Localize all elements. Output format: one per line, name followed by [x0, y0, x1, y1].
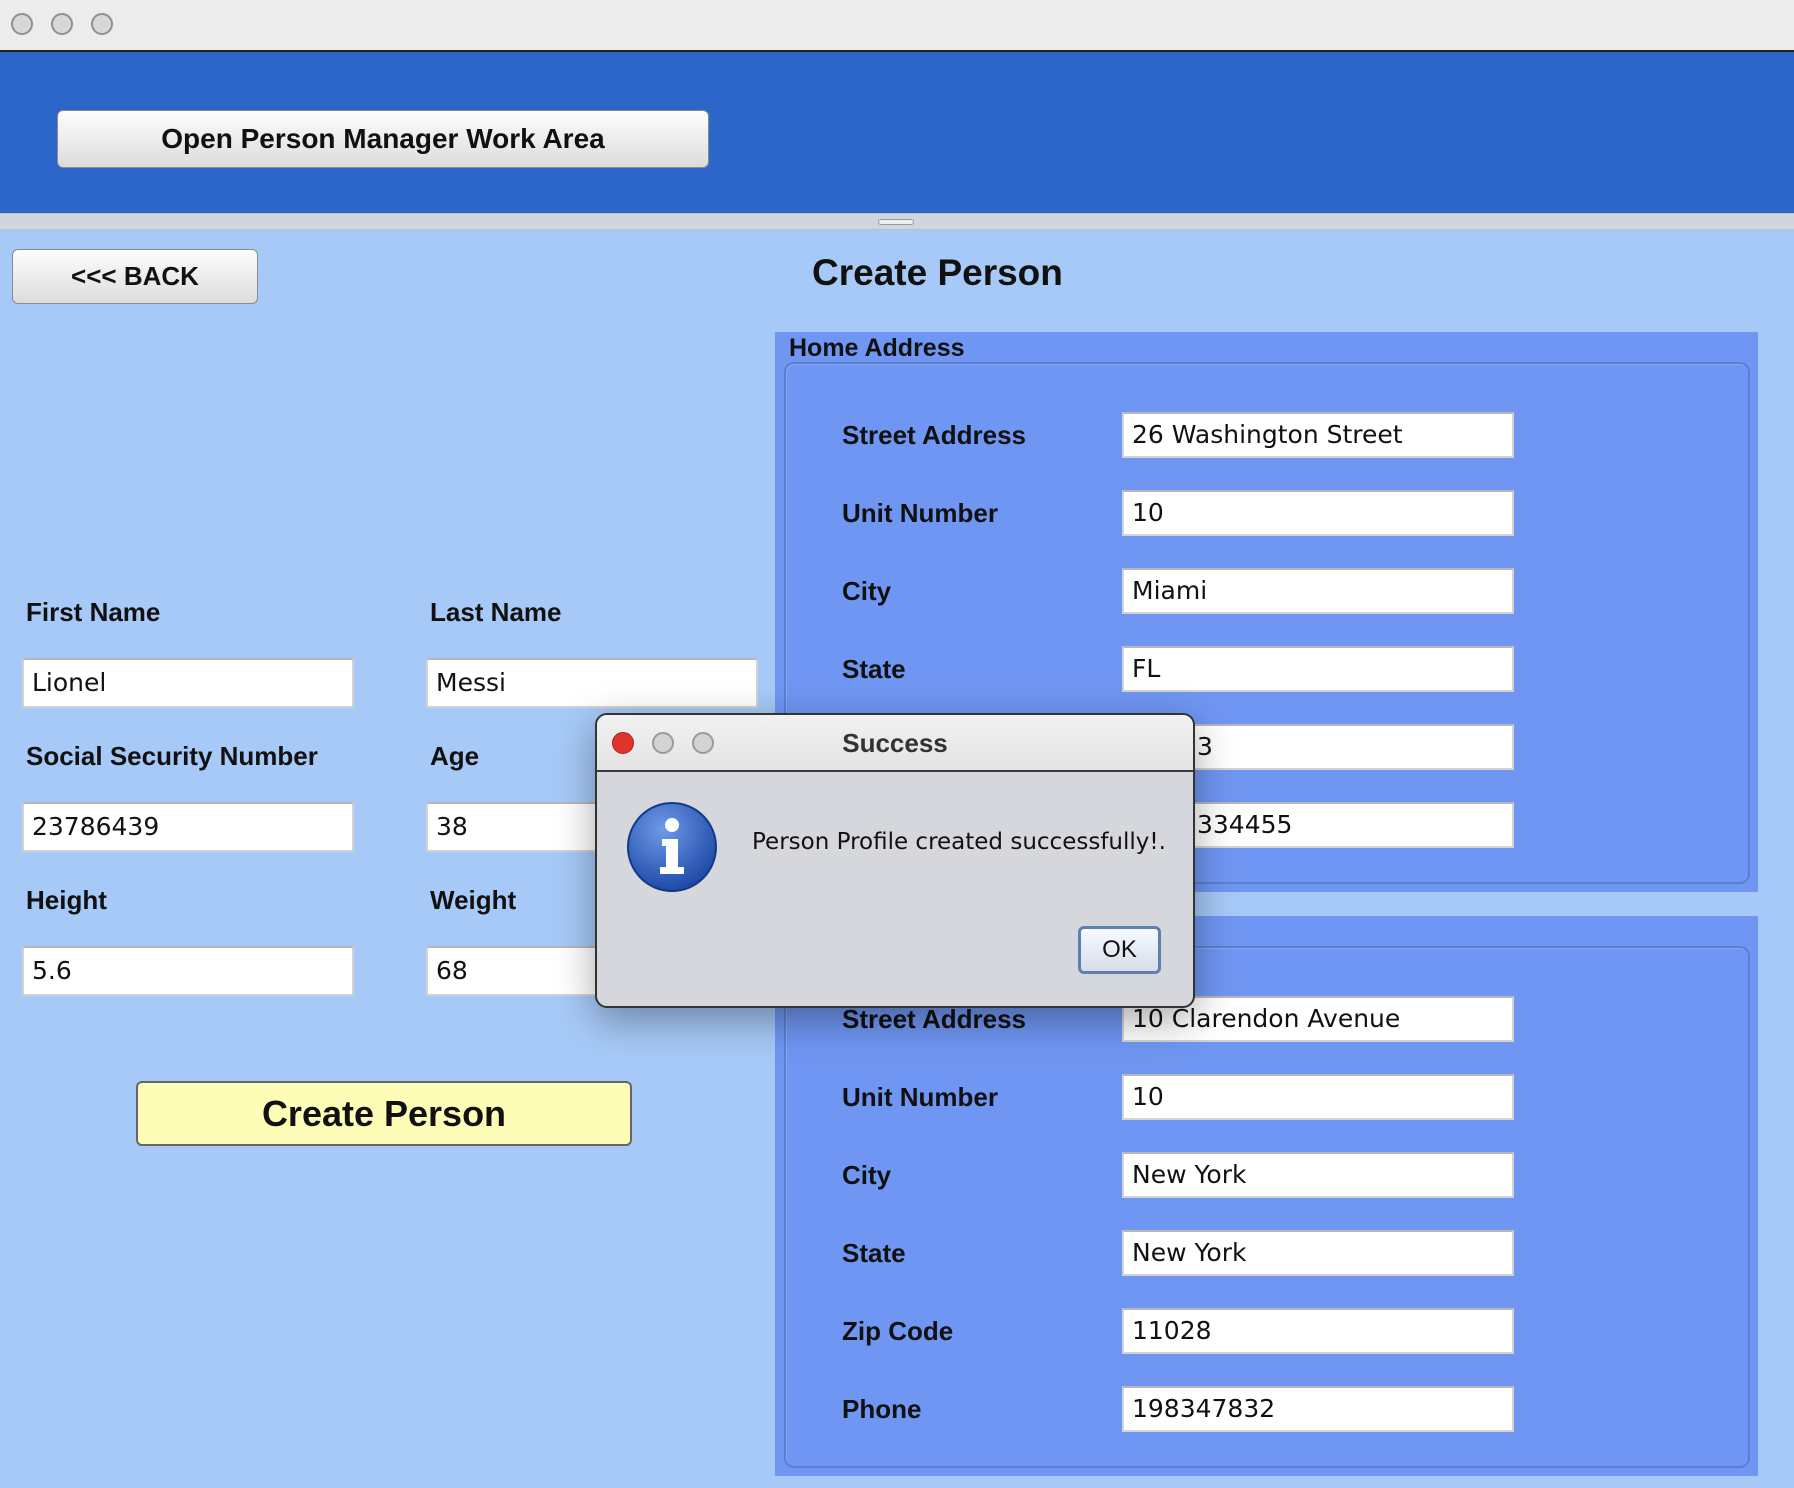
dialog-title: Success: [842, 728, 948, 758]
work-state-label: State: [842, 1238, 906, 1268]
home-street-label: Street Address: [842, 420, 1026, 450]
home-address-title: Home Address: [789, 334, 965, 362]
work-city-field[interactable]: New York: [1122, 1152, 1514, 1198]
last-name-field[interactable]: Messi: [426, 658, 758, 708]
zoom-window-button[interactable]: [91, 13, 113, 35]
home-unit-label: Unit Number: [842, 498, 998, 528]
info-icon: [626, 801, 718, 893]
weight-label: Weight: [430, 885, 517, 915]
app-window: Open Person Manager Work Area <<< BACK C…: [0, 0, 1794, 1488]
dialog-titlebar: Success: [597, 715, 1193, 772]
window-titlebar: [0, 0, 1794, 52]
home-state-field[interactable]: FL: [1122, 646, 1514, 692]
home-unit-field[interactable]: 10: [1122, 490, 1514, 536]
ssn-label: Social Security Number: [26, 741, 318, 771]
work-unit-field[interactable]: 10: [1122, 1074, 1514, 1120]
ok-button[interactable]: OK: [1078, 926, 1161, 974]
work-zip-label: Zip Code: [842, 1316, 954, 1346]
work-state-field[interactable]: New York: [1122, 1230, 1514, 1276]
divider-grip[interactable]: [878, 219, 914, 225]
ssn-field[interactable]: 23786439: [22, 802, 354, 852]
close-window-button[interactable]: [11, 13, 33, 35]
work-zip-field[interactable]: 11028: [1122, 1308, 1514, 1354]
page-title: Create Person: [812, 252, 1063, 293]
dialog-message: Person Profile created successfully!.: [752, 829, 1166, 855]
height-label: Height: [26, 885, 107, 915]
home-phone-value: 334455: [1197, 810, 1293, 839]
work-unit-label: Unit Number: [842, 1082, 998, 1112]
home-zip-value: 3: [1197, 732, 1213, 761]
home-city-label: City: [842, 576, 892, 606]
last-name-label: Last Name: [430, 597, 562, 627]
create-person-button[interactable]: Create Person: [136, 1081, 632, 1146]
age-label: Age: [430, 741, 480, 771]
split-pane-divider[interactable]: [0, 213, 1794, 230]
work-street-label: Street Address: [842, 1004, 1026, 1034]
first-name-field[interactable]: Lionel: [22, 658, 354, 708]
work-phone-label: Phone: [842, 1394, 922, 1424]
work-phone-field[interactable]: 198347832: [1122, 1386, 1514, 1432]
minimize-window-button[interactable]: [51, 13, 73, 35]
home-city-field[interactable]: Miami: [1122, 568, 1514, 614]
home-state-label: State: [842, 654, 906, 684]
back-button[interactable]: <<< BACK: [12, 249, 258, 304]
height-field[interactable]: 5.6: [22, 946, 354, 996]
success-dialog: Success Person Profile created successfu…: [595, 713, 1195, 1008]
top-bar: Open Person Manager Work Area: [0, 52, 1794, 213]
work-city-label: City: [842, 1160, 892, 1190]
open-work-area-button[interactable]: Open Person Manager Work Area: [57, 110, 709, 168]
home-street-field[interactable]: 26 Washington Street: [1122, 412, 1514, 458]
first-name-label: First Name: [26, 597, 161, 627]
